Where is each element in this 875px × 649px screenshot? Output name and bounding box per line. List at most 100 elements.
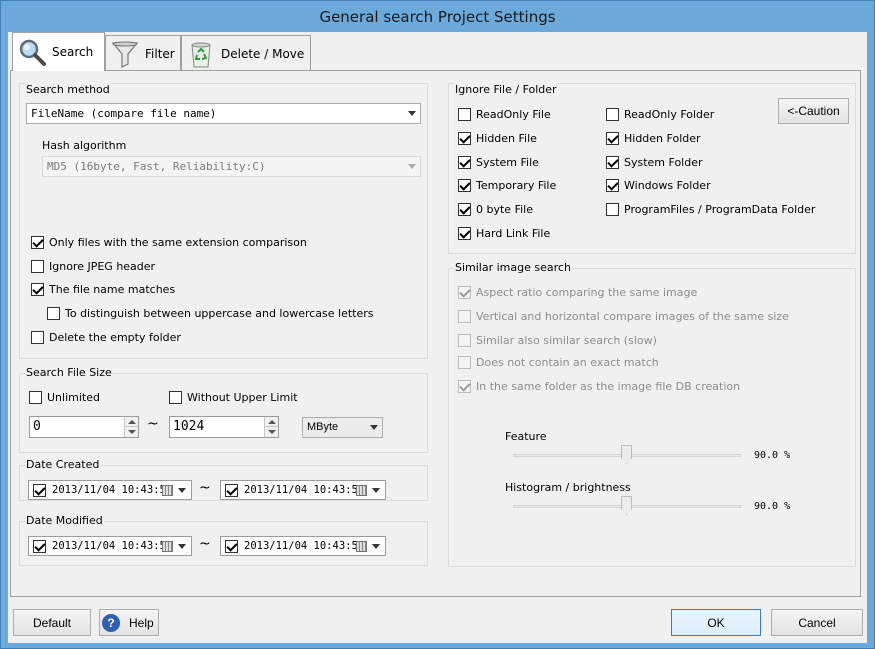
- tab-filter-label: Filter: [145, 46, 175, 61]
- chevron-down-icon: [370, 425, 378, 430]
- calendar-icon[interactable]: [356, 541, 367, 552]
- cancel-button[interactable]: Cancel: [771, 609, 863, 636]
- checkbox-box: [29, 391, 42, 404]
- same-folder-db-checkbox[interactable]: In the same folder as the image file DB …: [458, 380, 740, 393]
- chevron-down-icon[interactable]: [372, 544, 380, 549]
- help-button[interactable]: ? Help: [99, 609, 159, 636]
- search-tab-panel: Search method FileName (compare file nam…: [10, 70, 861, 597]
- delete-empty-folder-checkbox[interactable]: Delete the empty folder: [31, 331, 181, 344]
- aspect-ratio-checkbox[interactable]: Aspect ratio comparing the same image: [458, 286, 697, 299]
- ignore-temporary-file-checkbox[interactable]: Temporary File: [458, 179, 556, 192]
- date-enable-checkbox[interactable]: [33, 483, 46, 497]
- tab-filter[interactable]: Filter: [105, 35, 181, 71]
- feature-value: 90.0 %: [754, 450, 791, 461]
- search-file-size-label: Search File Size: [25, 366, 113, 379]
- ignore-system-folder-checkbox[interactable]: System Folder: [606, 156, 703, 169]
- checkbox-label: Unlimited: [47, 391, 100, 404]
- ignore-hidden-file-checkbox[interactable]: Hidden File: [458, 132, 537, 145]
- same-size-compare-checkbox[interactable]: Vertical and horizontal compare images o…: [458, 310, 789, 323]
- date-enable-checkbox[interactable]: [225, 539, 238, 553]
- checkbox-label: In the same folder as the image file DB …: [476, 380, 741, 393]
- max-size-value: 1024: [173, 419, 205, 434]
- spin-down-button[interactable]: [264, 427, 278, 437]
- ignore-readonly-folder-checkbox[interactable]: ReadOnly Folder: [606, 108, 714, 121]
- date-created-to-picker[interactable]: 2013/11/04 10:43:50: [220, 480, 386, 500]
- unlimited-checkbox[interactable]: Unlimited: [29, 391, 100, 404]
- date-enable-checkbox[interactable]: [225, 483, 238, 497]
- date-modified-from-value: 2013/11/04 10:43:50: [52, 540, 173, 552]
- magnifier-icon: [18, 38, 46, 66]
- ignore-jpeg-header-checkbox[interactable]: Ignore JPEG header: [31, 260, 155, 273]
- checkbox-box: [606, 203, 619, 216]
- ignore-zero-byte-file-checkbox[interactable]: 0 byte File: [458, 203, 533, 216]
- size-unit-value: MByte: [307, 421, 339, 433]
- calendar-icon[interactable]: [356, 485, 367, 496]
- histogram-slider[interactable]: [513, 496, 741, 518]
- checkbox-box: [458, 108, 471, 121]
- ignore-programfiles-folder-checkbox[interactable]: ProgramFiles / ProgramData Folder: [606, 203, 815, 216]
- spin-up-button[interactable]: [124, 417, 138, 427]
- chevron-down-icon[interactable]: [372, 488, 380, 493]
- file-name-matches-checkbox[interactable]: The file name matches: [31, 283, 175, 296]
- chevron-down-icon[interactable]: [178, 488, 186, 493]
- no-exact-match-checkbox[interactable]: Does not contain an exact match: [458, 356, 659, 369]
- checkbox-box: [169, 391, 182, 404]
- without-upper-limit-checkbox[interactable]: Without Upper Limit: [169, 391, 298, 404]
- size-unit-select[interactable]: MByte: [302, 417, 383, 438]
- calendar-icon[interactable]: [162, 485, 173, 496]
- checkbox-label: Without Upper Limit: [187, 391, 298, 404]
- date-modified-to-value: 2013/11/04 10:43:50: [244, 540, 365, 552]
- checkbox-box: [458, 380, 471, 393]
- spin-up-button[interactable]: [264, 417, 278, 427]
- calendar-icon[interactable]: [162, 541, 173, 552]
- ignore-hard-link-file-checkbox[interactable]: Hard Link File: [458, 227, 550, 240]
- search-method-value: FileName (compare file name): [31, 107, 217, 120]
- dialog-client: Search Filter Delete / Move Search metho…: [8, 32, 867, 643]
- caution-button[interactable]: <-Caution: [778, 98, 849, 124]
- slider-thumb[interactable]: [621, 445, 632, 464]
- same-extension-checkbox[interactable]: Only files with the same extension compa…: [31, 236, 307, 249]
- checkbox-box: [606, 179, 619, 192]
- spin-down-button[interactable]: [124, 427, 138, 437]
- max-size-spinner[interactable]: 1024: [169, 416, 279, 438]
- checkbox-label: System File: [476, 156, 539, 169]
- checkbox-box: [31, 283, 44, 296]
- date-modified-from-picker[interactable]: 2013/11/04 10:43:50: [28, 536, 192, 556]
- search-method-select[interactable]: FileName (compare file name): [26, 103, 421, 124]
- chevron-down-icon: [408, 164, 416, 169]
- date-created-label: Date Created: [25, 458, 101, 471]
- date-created-to-value: 2013/11/04 10:43:50: [244, 484, 365, 496]
- date-created-from-picker[interactable]: 2013/11/04 10:43:50: [28, 480, 192, 500]
- tab-search[interactable]: Search: [12, 32, 105, 71]
- hash-algorithm-select[interactable]: MD5 (16byte, Fast, Reliability:C): [42, 156, 421, 177]
- checkbox-label: To distinguish between uppercase and low…: [65, 307, 374, 320]
- min-size-spinner[interactable]: 0: [29, 416, 139, 438]
- case-sensitive-checkbox[interactable]: To distinguish between uppercase and low…: [47, 307, 374, 320]
- range-separator: ~: [147, 416, 159, 432]
- ignore-system-file-checkbox[interactable]: System File: [458, 156, 539, 169]
- tab-delete-move[interactable]: Delete / Move: [181, 35, 311, 71]
- date-enable-checkbox[interactable]: [33, 539, 46, 553]
- similar-also-similar-checkbox[interactable]: Similar also similar search (slow): [458, 334, 657, 347]
- default-button[interactable]: Default: [13, 609, 91, 636]
- checkbox-box: [458, 310, 471, 323]
- chevron-down-icon[interactable]: [178, 544, 186, 549]
- checkbox-label: Ignore JPEG header: [49, 260, 156, 273]
- slider-thumb[interactable]: [621, 496, 632, 515]
- checkbox-box: [31, 331, 44, 344]
- checkbox-label: 0 byte File: [476, 203, 533, 216]
- ignore-readonly-file-checkbox[interactable]: ReadOnly File: [458, 108, 551, 121]
- date-modified-to-picker[interactable]: 2013/11/04 10:43:50: [220, 536, 386, 556]
- checkbox-box: [458, 203, 471, 216]
- ignore-file-folder-label: Ignore File / Folder: [454, 83, 558, 96]
- checkbox-label: Windows Folder: [624, 179, 711, 192]
- checkbox-box: [606, 132, 619, 145]
- feature-slider[interactable]: [513, 445, 741, 467]
- ignore-windows-folder-checkbox[interactable]: Windows Folder: [606, 179, 711, 192]
- ok-button[interactable]: OK: [671, 609, 761, 636]
- ignore-hidden-folder-checkbox[interactable]: Hidden Folder: [606, 132, 701, 145]
- checkbox-label: Aspect ratio comparing the same image: [476, 286, 698, 299]
- checkbox-label: Temporary File: [476, 179, 557, 192]
- help-icon: ?: [102, 613, 120, 632]
- range-separator: ~: [199, 536, 211, 552]
